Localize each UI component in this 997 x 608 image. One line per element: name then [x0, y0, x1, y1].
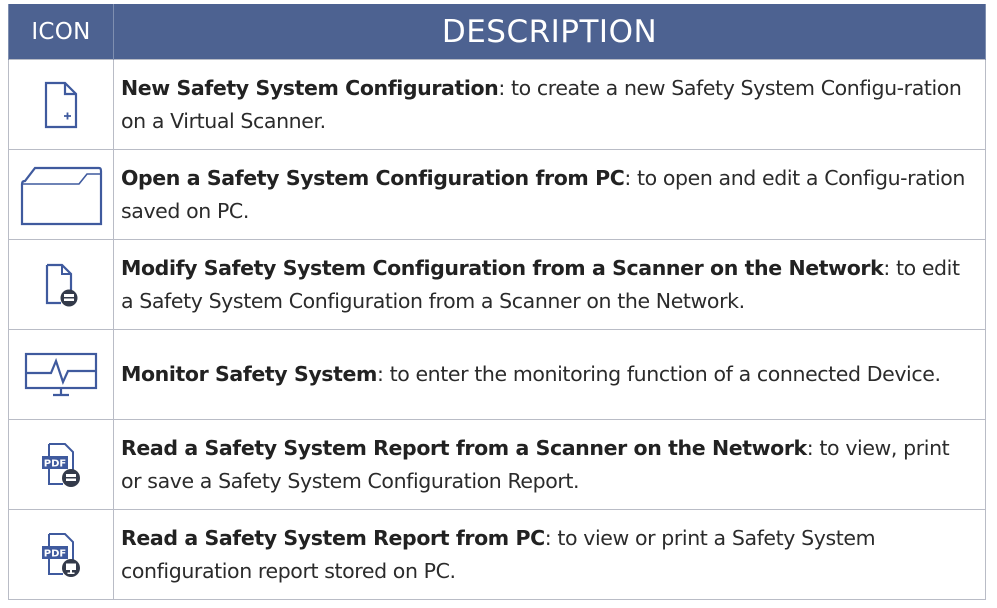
folder-icon — [19, 164, 103, 226]
description-cell: Open a Safety System Configuration from … — [113, 149, 986, 240]
table-row: Open a Safety System Configuration from … — [8, 149, 986, 240]
pdf-label: PDF — [44, 548, 66, 559]
description-cell: Modify Safety System Configuration from … — [113, 239, 986, 330]
description-cell: Monitor Safety System: to enter the moni… — [113, 329, 986, 420]
table-row: New Safety System Configuration: to crea… — [8, 59, 986, 150]
icon-cell — [8, 59, 114, 150]
table-row: PDF Read a Safety System Report from PC:… — [8, 509, 986, 600]
pdf-pc-icon: PDF — [41, 532, 81, 578]
icon-description-table: ICON DESCRIPTION New Safety System Confi… — [8, 4, 986, 600]
icon-cell — [8, 329, 114, 420]
feature-name: New Safety System Configuration — [121, 75, 499, 100]
feature-name: Read a Safety System Report from PC — [121, 525, 545, 550]
feature-description: : to enter the monitoring function of a … — [376, 362, 941, 386]
table-header-row: ICON DESCRIPTION — [8, 4, 986, 60]
pdf-label: PDF — [44, 458, 66, 469]
description-cell: New Safety System Configuration: to crea… — [113, 59, 986, 150]
icon-cell: PDF — [8, 419, 114, 510]
icon-cell — [8, 239, 114, 330]
icon-cell — [8, 149, 114, 240]
feature-name: Open a Safety System Configuration from … — [121, 165, 625, 190]
document-network-scanner-icon — [44, 263, 78, 307]
feature-name: Read a Safety System Report from a Scann… — [121, 435, 807, 460]
icon-column-header: ICON — [8, 4, 114, 60]
table-row: Monitor Safety System: to enter the moni… — [8, 329, 986, 420]
pdf-network-scanner-icon: PDF — [41, 442, 81, 488]
monitor-pulse-icon — [23, 351, 99, 399]
feature-name: Monitor Safety System — [121, 362, 377, 386]
feature-name: Modify Safety System Configuration from … — [121, 255, 884, 280]
icon-cell: PDF — [8, 509, 114, 600]
description-column-header: DESCRIPTION — [113, 4, 986, 60]
new-document-icon — [43, 81, 79, 129]
table-row: PDF Read a Safety System Report from a S… — [8, 419, 986, 510]
description-cell: Read a Safety System Report from a Scann… — [113, 419, 986, 510]
description-cell: Read a Safety System Report from PC: to … — [113, 509, 986, 600]
table-row: Modify Safety System Configuration from … — [8, 239, 986, 330]
